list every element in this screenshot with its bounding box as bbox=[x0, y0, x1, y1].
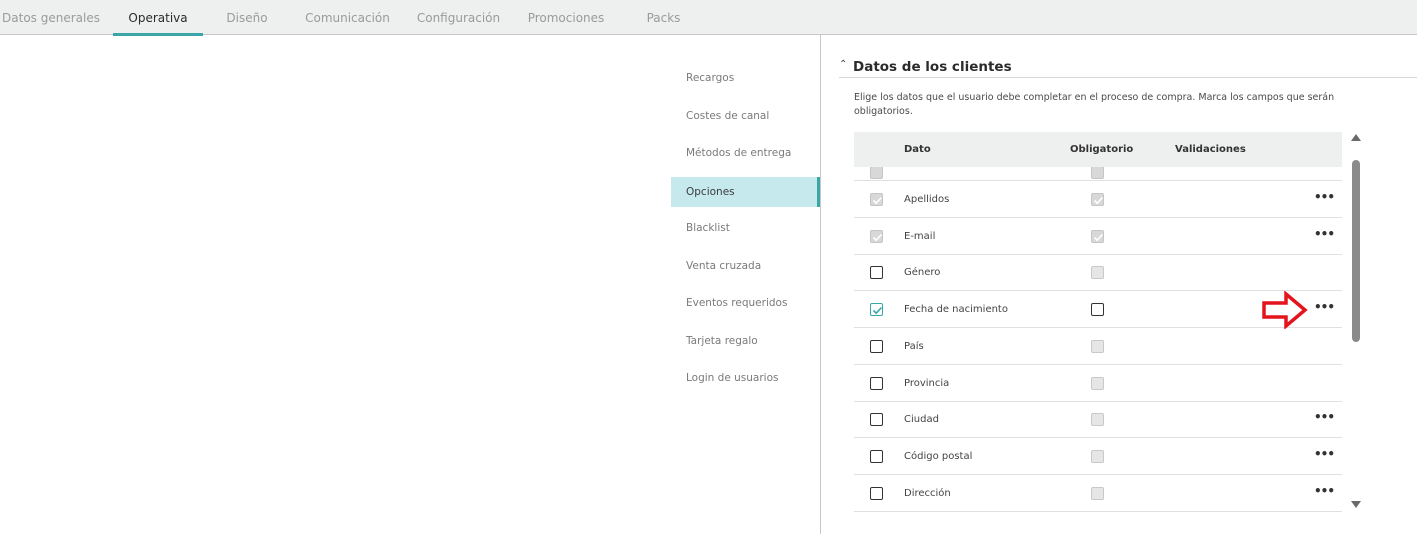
tab-diseno[interactable]: Diseño bbox=[212, 0, 282, 35]
scroll-thumb[interactable] bbox=[1352, 160, 1360, 342]
field-label: E-mail bbox=[904, 230, 936, 242]
header-dato: Dato bbox=[904, 144, 931, 155]
submenu-item-login-de-usuarios[interactable]: Login de usuarios bbox=[671, 360, 820, 398]
table-row: Código postal ••• bbox=[854, 438, 1342, 475]
options-submenu: Recargos Costes de canal Métodos de entr… bbox=[671, 60, 820, 398]
row-checkbox[interactable] bbox=[870, 266, 883, 280]
required-checkbox bbox=[1091, 449, 1104, 463]
more-horizontal-icon[interactable]: ••• bbox=[1314, 291, 1335, 324]
section-header[interactable]: ⌃ Datos de los clientes bbox=[839, 57, 1417, 78]
submenu-item-recargos[interactable]: Recargos bbox=[671, 60, 820, 98]
table-row: E-mail ••• bbox=[854, 218, 1342, 255]
tab-packs[interactable]: Packs bbox=[636, 0, 691, 35]
tab-operativa[interactable]: Operativa bbox=[113, 0, 203, 36]
header-obligatorio: Obligatorio bbox=[1070, 144, 1134, 155]
table-row: Provincia bbox=[854, 365, 1342, 402]
table-header: Dato Obligatorio Validaciones bbox=[854, 132, 1342, 167]
required-checkbox bbox=[1091, 413, 1104, 427]
row-checkbox bbox=[870, 166, 883, 179]
row-checkbox bbox=[870, 193, 883, 206]
scroll-down-arrow-icon[interactable] bbox=[1351, 501, 1361, 508]
red-arrow-right-icon bbox=[1262, 291, 1308, 329]
submenu-item-blacklist[interactable]: Blacklist bbox=[671, 210, 820, 248]
required-checkbox bbox=[1091, 266, 1104, 280]
more-horizontal-icon[interactable]: ••• bbox=[1314, 438, 1335, 471]
row-checkbox[interactable] bbox=[870, 449, 883, 463]
field-label: Ciudad bbox=[904, 414, 939, 426]
submenu-item-opciones[interactable]: Opciones bbox=[671, 176, 820, 207]
field-label: Fecha de nacimiento bbox=[904, 304, 1008, 316]
scroll-up-arrow-icon[interactable] bbox=[1351, 134, 1361, 141]
table-row: Apellidos ••• bbox=[854, 181, 1342, 218]
vertical-divider bbox=[820, 35, 821, 534]
more-horizontal-icon[interactable]: ••• bbox=[1314, 181, 1335, 214]
required-checkbox bbox=[1091, 166, 1104, 179]
row-checkbox bbox=[870, 229, 883, 243]
header-validaciones: Validaciones bbox=[1175, 144, 1246, 155]
submenu-item-metodos-de-entrega[interactable]: Métodos de entrega bbox=[671, 135, 820, 173]
section-description: Elige los datos que el usuario debe comp… bbox=[854, 92, 1335, 117]
row-checkbox[interactable] bbox=[870, 413, 883, 427]
more-horizontal-icon[interactable]: ••• bbox=[1314, 475, 1335, 508]
tab-comunicacion[interactable]: Comunicación bbox=[300, 0, 395, 35]
table-scrollbar[interactable] bbox=[1350, 134, 1362, 508]
more-horizontal-icon[interactable]: ••• bbox=[1314, 218, 1335, 251]
field-label: Código postal bbox=[904, 450, 973, 462]
field-label: País bbox=[904, 340, 924, 352]
table-row: Género bbox=[854, 254, 1342, 292]
row-checkbox[interactable] bbox=[870, 303, 883, 317]
required-checkbox bbox=[1091, 229, 1104, 243]
required-checkbox bbox=[1091, 486, 1104, 500]
row-checkbox[interactable] bbox=[870, 486, 883, 500]
tab-promociones[interactable]: Promociones bbox=[522, 0, 610, 35]
field-label: Dirección bbox=[904, 487, 951, 499]
field-label: Género bbox=[904, 267, 941, 279]
required-checkbox bbox=[1091, 376, 1104, 390]
required-checkbox bbox=[1091, 339, 1104, 353]
table-row: País bbox=[854, 328, 1342, 365]
tab-configuracion[interactable]: Configuración bbox=[411, 0, 506, 35]
row-checkbox[interactable] bbox=[870, 339, 883, 353]
required-checkbox bbox=[1091, 193, 1104, 206]
submenu-item-venta-cruzada[interactable]: Venta cruzada bbox=[671, 248, 820, 286]
section-title: Datos de los clientes bbox=[853, 59, 1012, 75]
field-label: Provincia bbox=[904, 377, 950, 389]
row-checkbox[interactable] bbox=[870, 376, 883, 390]
table-row: Dirección ••• bbox=[854, 475, 1342, 512]
tab-datos-generales[interactable]: Datos generales bbox=[0, 0, 102, 35]
more-horizontal-icon[interactable]: ••• bbox=[1314, 401, 1335, 434]
submenu-item-tarjeta-regalo[interactable]: Tarjeta regalo bbox=[671, 323, 820, 361]
table-row: Ciudad ••• bbox=[854, 401, 1342, 439]
required-checkbox[interactable] bbox=[1091, 303, 1104, 317]
top-tabs: Datos generales Operativa Diseño Comunic… bbox=[0, 0, 1417, 36]
submenu-item-eventos-requeridos[interactable]: Eventos requeridos bbox=[671, 285, 820, 323]
chevron-up-icon[interactable]: ⌃ bbox=[839, 59, 847, 70]
field-label: Apellidos bbox=[904, 194, 950, 205]
submenu-item-costes-de-canal[interactable]: Costes de canal bbox=[671, 98, 820, 136]
